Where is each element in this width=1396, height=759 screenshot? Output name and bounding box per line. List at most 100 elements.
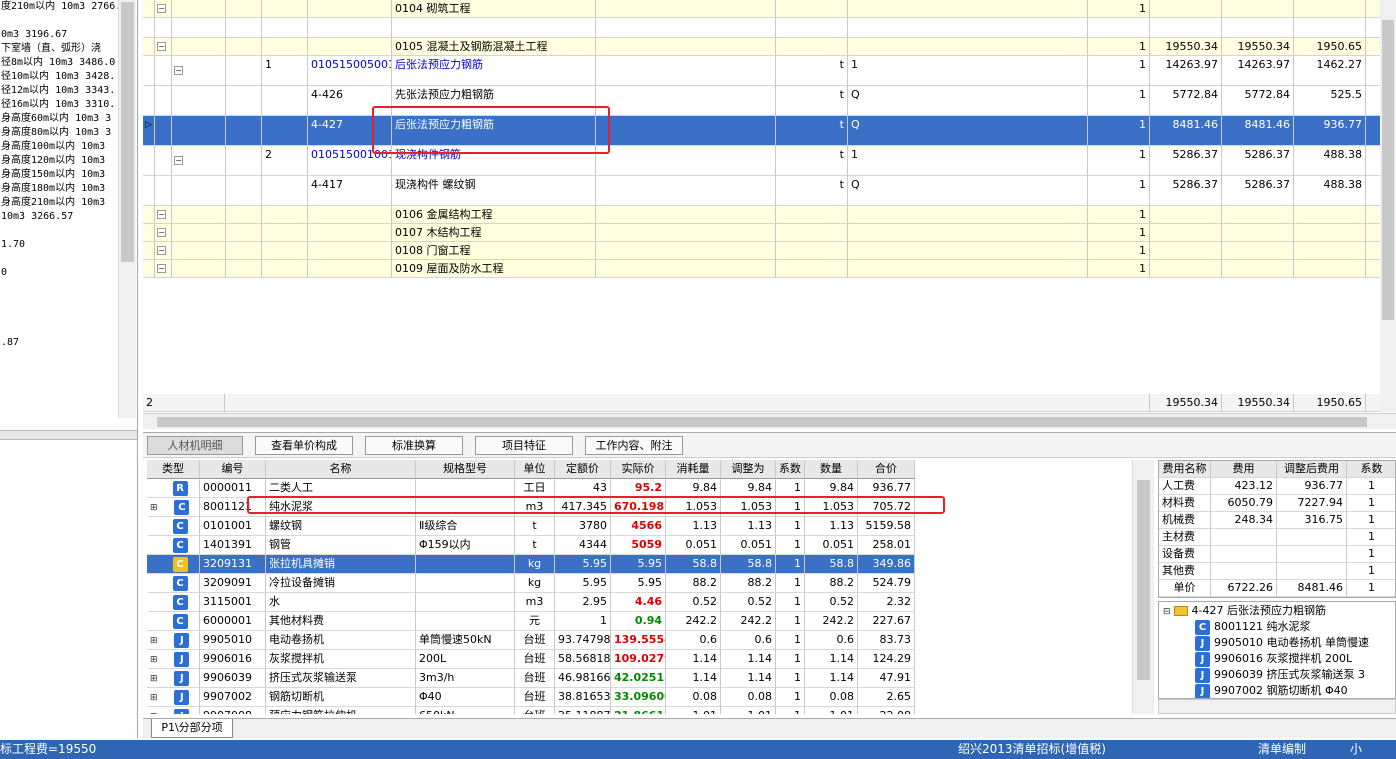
column-header[interactable]: 数量 [805, 460, 858, 479]
fee-cell: 6050.79 [1211, 495, 1277, 512]
column-header[interactable]: 定额价 [555, 460, 611, 479]
grid-vertical-scrollbar[interactable] [1380, 0, 1396, 412]
column-header[interactable]: 合价 [858, 460, 915, 479]
fee-row[interactable]: 主材费 1 [1159, 529, 1395, 546]
resource-type-badge: C [172, 557, 188, 572]
tree-item[interactable]: J 9907002 钢筋切断机 Φ40 [1195, 683, 1348, 698]
column-header[interactable]: 实际价 [611, 460, 666, 479]
grid-section-row[interactable]: 0104 砌筑工程 1 − [143, 0, 1380, 18]
resource-row[interactable]: C 3115001 水 m3 2.95 4.46 0.52 0.52 1 0.52 2.32 [147, 593, 915, 612]
left-vertical-scrollbar[interactable] [118, 0, 136, 418]
tree-item[interactable]: J 9906039 挤压式灰浆输送泵 3 [1195, 667, 1365, 683]
grid-row[interactable]: 4-417现浇构件 螺纹钢tQ15286.375286.37488.384723… [143, 176, 1380, 206]
column-header[interactable]: 名称 [266, 460, 416, 479]
resource-row[interactable]: ⊞ J 9907002 钢筋切断机 Φ40 台班 38.81653 33.09600 0.08… [147, 688, 915, 707]
collapse-toggle-icon[interactable]: − [174, 156, 183, 165]
column-header[interactable]: 调整为 [721, 460, 776, 479]
grid-horizontal-scrollbar[interactable] [143, 413, 1396, 429]
grid-row[interactable]: 4-427后张法预应力粗钢筋tQ18481.468481.46936.77722… [143, 116, 1380, 146]
fee-row[interactable]: 机械费 248.34 316.75 1 [1159, 512, 1395, 529]
grid-row[interactable]: 1 010515005001 后张法预应力钢筋 t 1 1 14263.97 14263.97… [143, 56, 1380, 86]
resource-cell: 6000001 [200, 612, 266, 631]
grid-section-row[interactable]: 0105 混凝土及钢筋混凝土工程 1 19550.34 19550.34 1950.65… [143, 38, 1380, 56]
fee-row[interactable]: 单价 6722.26 8481.46 1 [1159, 580, 1395, 597]
grid-section-row[interactable]: 0107 木结构工程 1 − [143, 224, 1380, 242]
resource-row[interactable]: C 3209131 张拉机具摊销 kg 5.95 5.95 58.8 58.8 1 58.8 349… [147, 555, 915, 574]
resource-row[interactable]: ⊞ J 9906039 挤压式灰浆输送泵 3m3/h 台班 46.98166 42.0251… [147, 669, 915, 688]
fee-column-header: 系数 [1347, 461, 1395, 478]
resource-row[interactable]: ⊞ J 9905010 电动卷扬机 单筒慢速50kN 台班 93.74798 139.555… [147, 631, 915, 650]
resource-table: 类型 编号 名称 规格型号 单位 定额价 实际价 消耗量 调整为 系数 数量 合价 R 0000011 二… [147, 460, 915, 714]
tab-resource-detail[interactable]: 人材机明细 [147, 436, 243, 455]
resource-row[interactable]: ⊞ J9907008预应力钢筋拉伸机650kN台班25.1188721.8661… [147, 707, 915, 714]
resource-vertical-scrollbar[interactable] [1132, 460, 1154, 714]
column-header[interactable]: 单位 [515, 460, 555, 479]
resource-cell: 3209091 [200, 574, 266, 593]
grid-row[interactable]: 4-426先张法预应力粗钢筋tQ15772.845772.84525.55087… [143, 86, 1380, 116]
resource-cell: 4.46 [611, 593, 666, 612]
grid-cell: 010515005001 [308, 56, 392, 86]
left-scroll-thumb[interactable] [121, 2, 134, 262]
sheet-tab-section[interactable]: P1\分部分项 [151, 719, 233, 738]
grid-scroll-thumb[interactable] [1382, 20, 1394, 320]
fee-row[interactable]: 设备费 1 [1159, 546, 1395, 563]
collapse-toggle-icon[interactable]: − [157, 42, 166, 51]
resource-cell: 1 [776, 593, 805, 612]
grid-row[interactable]: 2 010515001001 现浇构件钢筋 t 1 1 5286.37 5286.37 488.… [143, 146, 1380, 176]
resource-cell: 242.2 [721, 612, 776, 631]
resource-row[interactable]: C 3209091 冷拉设备摊销 kg 5.95 5.95 88.2 88.2 1 88.2 524… [147, 574, 915, 593]
tree-item[interactable]: C 8001121 纯水泥浆 [1195, 619, 1311, 635]
expand-icon[interactable]: ⊞ [150, 712, 160, 714]
collapse-toggle-icon[interactable]: − [157, 210, 166, 219]
collapse-toggle-icon[interactable]: − [157, 4, 166, 13]
grid-blank-row[interactable] [143, 18, 1380, 38]
tab-work-content[interactable]: 工作内容、附注 [585, 436, 683, 455]
column-header[interactable]: 规格型号 [416, 460, 515, 479]
resource-row[interactable]: C 0101001 螺纹钢 Ⅱ级综合 t 3780 4566 1.13 1.13 1 1.13 515… [147, 517, 915, 536]
left-text-line: 径12m以内 10m3 3343. [1, 85, 116, 96]
grid-cell [155, 18, 172, 38]
column-header[interactable]: 类型 [147, 460, 200, 479]
collapse-toggle-icon[interactable]: − [174, 66, 183, 75]
column-header[interactable]: 消耗量 [666, 460, 721, 479]
expand-icon[interactable]: ⊞ [150, 693, 160, 703]
grid-cell [596, 18, 776, 38]
expand-icon[interactable]: ⊞ [150, 636, 160, 646]
tree-item[interactable]: J 9905010 电动卷扬机 单筒慢速 [1195, 635, 1369, 651]
column-header[interactable]: 编号 [200, 460, 266, 479]
fee-row[interactable]: 材料费 6050.79 7227.94 1 [1159, 495, 1395, 512]
resource-cell: 1.053 [805, 498, 858, 517]
collapse-toggle-icon[interactable]: − [157, 264, 166, 273]
tree-root[interactable]: ⊟ 4-427 后张法预应力粗钢筋 [1163, 603, 1326, 619]
tab-unit-price[interactable]: 查看单价构成 [255, 436, 353, 455]
grid-section-row[interactable]: 0109 屋面及防水工程 1 − [143, 260, 1380, 278]
expand-icon[interactable]: ⊞ [150, 655, 160, 665]
collapse-icon[interactable]: ⊟ [1163, 607, 1171, 617]
fee-row[interactable]: 人工费 423.12 936.77 1 [1159, 478, 1395, 495]
grid-section-row[interactable]: 0106 金属结构工程 1 − [143, 206, 1380, 224]
grid-cell [1088, 18, 1150, 38]
tree-item[interactable]: J 9906016 灰浆搅拌机 200L [1195, 651, 1352, 667]
tab-item-features[interactable]: 项目特征 [475, 436, 573, 455]
fee-row[interactable]: 其他费 1 [1159, 563, 1395, 580]
resource-row[interactable]: C 6000001 其他材料费元 1 0.94 242.2 242.2 1 242.2 227.6… [147, 612, 915, 631]
left-splitter[interactable] [0, 430, 137, 440]
grid-cell [1222, 206, 1294, 224]
resource-row[interactable]: ⊞ J 9906016 灰浆搅拌机 200L 台班 58.56818 109.0279 1.1… [147, 650, 915, 669]
column-header[interactable]: 系数 [776, 460, 805, 479]
resource-row[interactable]: ⊞ C 8001121 纯水泥浆 m3 417.345 670.198 1.053 1.053… [147, 498, 915, 517]
resource-cell: 纯水泥浆 [266, 498, 416, 517]
expand-icon[interactable]: ⊞ [150, 674, 160, 684]
collapse-toggle-icon[interactable]: − [157, 246, 166, 255]
tab-standard-conversion[interactable]: 标准换算 [365, 436, 463, 455]
resource-cell: 4566 [611, 517, 666, 536]
tree-horizontal-scrollbar[interactable] [1158, 699, 1396, 714]
resource-row[interactable]: R 0000011 二类人工 工日 43 95.2 9.84 9.84 1 9.84 936.77 [147, 479, 915, 498]
resource-scroll-thumb[interactable] [1137, 480, 1150, 680]
resource-row[interactable]: C 1401391 钢管 Φ159以内 t 4344 5059 0.051 0.051 1 0.05… [147, 536, 915, 555]
left-text-line [0, 280, 137, 294]
collapse-toggle-icon[interactable]: − [157, 228, 166, 237]
expand-icon[interactable]: ⊞ [150, 503, 160, 513]
grid-hscroll-thumb[interactable] [157, 417, 1367, 427]
grid-section-row[interactable]: 0108 门窗工程 1 − [143, 242, 1380, 260]
